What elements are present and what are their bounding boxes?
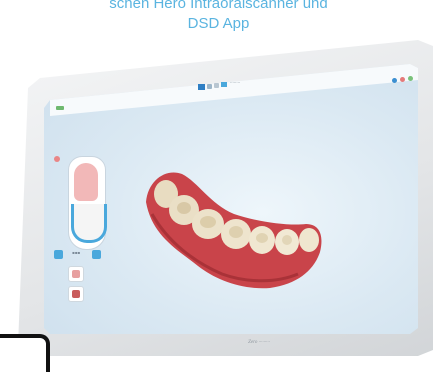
blue-dot-icon[interactable] [392, 78, 397, 83]
camera-icon [72, 290, 80, 298]
dental-scan-model[interactable] [138, 144, 328, 294]
flag-icon[interactable] [198, 84, 205, 90]
cusp-shadow [229, 226, 243, 238]
lower-jaw-icon[interactable] [71, 204, 107, 243]
record-icon[interactable] [54, 156, 60, 162]
scan-button[interactable] [68, 266, 84, 282]
tools-icon[interactable] [214, 83, 219, 88]
tools-icon[interactable] [207, 84, 212, 89]
red-dot-icon[interactable] [400, 77, 405, 82]
monitor-brand-label: Zero ········· [248, 340, 270, 345]
camera-button[interactable] [68, 286, 84, 302]
upper-jaw-icon[interactable] [74, 163, 98, 201]
right-arrow-icon[interactable] [92, 250, 101, 259]
toolbar-text: ········ [230, 80, 241, 85]
tablet-corner [0, 334, 50, 372]
caption: schen Hero Intraoralscanner und DSD App [0, 0, 437, 34]
caption-line-1: schen Hero Intraoralscanner und [109, 0, 328, 12]
scan-icon [72, 270, 80, 278]
monitor: ········ ▪▪▪ Zero ········· [8, 36, 433, 356]
tooth-7 [299, 228, 319, 252]
left-arrow-icon[interactable] [54, 250, 63, 259]
cusp-shadow [282, 235, 292, 245]
cusp-shadow [256, 233, 268, 243]
view-icon[interactable] [221, 82, 227, 87]
cusp-shadow [200, 216, 216, 228]
caption-line-2: DSD App [187, 15, 250, 32]
cusp-shadow [177, 202, 191, 214]
jaw-label: ▪▪▪ [72, 250, 81, 255]
green-dot-icon[interactable] [408, 76, 413, 81]
app-logo-icon [56, 106, 64, 110]
